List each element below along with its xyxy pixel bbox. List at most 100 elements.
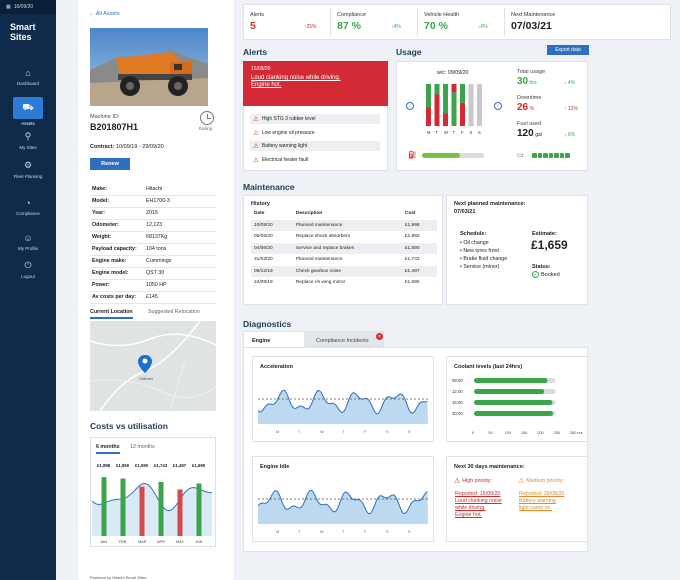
tab-suggested-relocation[interactable]: Suggested Relocation bbox=[148, 309, 200, 315]
spec-row: Make: Hitachi bbox=[90, 183, 216, 196]
history-cell: 31/03/20 bbox=[254, 257, 273, 263]
tab-engine[interactable]: Engine bbox=[243, 331, 305, 348]
table-row[interactable]: 04/06/20 Service and replace brakes £1,590 bbox=[251, 242, 437, 254]
nav-item-logout[interactable]: ⏻ Logout bbox=[0, 259, 56, 279]
table-row[interactable]: 10/09/20 Planned maintenance £1,998 bbox=[251, 219, 437, 231]
spec-row: Payload capacity: 104 tons bbox=[90, 243, 216, 256]
alert-main-banner[interactable]: 15/09/20 Loud clanking noise while drivi… bbox=[243, 61, 388, 106]
wave-tick-label: T bbox=[342, 530, 345, 534]
export-data-button[interactable]: Export data bbox=[547, 45, 589, 55]
medium-priority-text: Reported: 28/08/20 Battery warning light c… bbox=[519, 491, 564, 512]
tab-6-months[interactable]: 6 months bbox=[96, 444, 120, 454]
table-row[interactable]: 05/08/20 Replace shock absorbers £1,850 bbox=[251, 231, 437, 243]
tab-compliance-incidents[interactable]: Compliance Incidents bbox=[306, 331, 384, 347]
warning-icon: ⚠ bbox=[253, 156, 259, 164]
acceleration-chart: MTWTFSS bbox=[257, 380, 428, 434]
usage-downtime-change: ↑ 12% bbox=[564, 106, 578, 112]
renew-button[interactable]: Renew bbox=[90, 158, 130, 170]
usage-bar-bottom bbox=[451, 92, 457, 126]
close-icon[interactable]: × bbox=[376, 333, 383, 340]
usage-day-label: W bbox=[444, 130, 448, 135]
table-row[interactable]: 24/09/19 Replace r/s wing mirror £1,690 bbox=[251, 277, 437, 289]
alert-item[interactable]: ⚠ Low engine oil pressure bbox=[250, 127, 380, 138]
spec-label: Odometer: bbox=[90, 219, 144, 232]
high-priority-text: Reported: 15/09/20 Loud clunking noise whi… bbox=[455, 491, 502, 519]
nav-item-my-profile[interactable]: ☺ My Profile bbox=[0, 231, 56, 252]
history-cell: Replace shock absorbers bbox=[295, 234, 351, 240]
nav-item-dashboard[interactable]: ⌂ Dashboard bbox=[0, 66, 56, 87]
spec-label: Power: bbox=[90, 279, 144, 292]
coolant-axis-label: 300 hrs bbox=[570, 431, 583, 435]
alert-item[interactable]: ⚠ Electrical heater fault bbox=[250, 154, 380, 165]
table-row[interactable]: 09/12/19 Check gearbox noise £1,497 bbox=[251, 265, 437, 277]
history-cell: Planned maintenance bbox=[295, 257, 343, 263]
spec-value: 1050 HP bbox=[144, 279, 216, 292]
coolant-time-label: 12:00 bbox=[452, 389, 463, 394]
sidebar-topbar: ▦ 16/09/20 bbox=[0, 0, 56, 14]
high-priority-line: Loud clunking noise bbox=[455, 498, 502, 504]
spec-table: Make: Hitachi Model: EH1700-3 Year: 2015 Odome… bbox=[90, 183, 216, 304]
warning-icon: ⚠ bbox=[253, 129, 259, 137]
spec-value: 2015 bbox=[144, 207, 216, 220]
history-table: Date Description Cost 10/09/20 Planned main… bbox=[251, 208, 437, 289]
wave-tick-label: S bbox=[408, 430, 411, 434]
nav-item-fleet-planning[interactable]: ⚙ Fleet Planning bbox=[0, 159, 56, 179]
spec-row: Year: 2015 bbox=[90, 207, 216, 220]
nav-item-assets[interactable]: ⛟ Assets bbox=[0, 97, 56, 126]
machine-id: B201807H1 bbox=[90, 122, 139, 132]
alert-item[interactable]: ⚠ Battery warning light bbox=[250, 141, 380, 151]
coolant-axis-label: 250 bbox=[554, 431, 560, 435]
gear-icon: ⚙ bbox=[23, 160, 33, 170]
usage-day-label: S bbox=[470, 130, 473, 135]
cost-value-label: £1,497 bbox=[173, 463, 187, 468]
nav-label: Assets bbox=[21, 121, 35, 126]
wave-tick-label: M bbox=[276, 430, 279, 434]
battery-icon: ▭ bbox=[517, 152, 524, 159]
calendar-icon: ▦ bbox=[6, 4, 11, 10]
prev-week-button[interactable]: ‹ bbox=[406, 102, 414, 110]
next30-title: Next 30 days maintenance: bbox=[454, 464, 525, 470]
next-maint-title: Next planned maintenance: bbox=[454, 201, 526, 207]
warning-icon: ⚠ bbox=[253, 143, 259, 150]
usage-fuel: Fuel used 120 gal bbox=[517, 121, 542, 139]
spec-row: Av costs per day: £145 bbox=[90, 291, 216, 304]
tab-12-months[interactable]: 12 months bbox=[130, 444, 155, 450]
spec-label: Weight: bbox=[90, 231, 144, 244]
cost-bar-front bbox=[120, 478, 126, 536]
coolant-title: Coolant levels (last 24hrs) bbox=[454, 364, 523, 370]
nav-item-my-sites[interactable]: ⚲ My Sites bbox=[0, 130, 56, 150]
battery-cell bbox=[565, 153, 570, 158]
next-week-button[interactable]: › bbox=[494, 102, 502, 110]
table-row[interactable]: 31/03/20 Planned maintenance £1,743 bbox=[251, 254, 437, 266]
sidebar: ▦ 16/09/20 Smart Sites ⌂ Dashboard ⛟ Assets… bbox=[0, 0, 56, 580]
pin-icon: ⚲ bbox=[24, 131, 32, 141]
usage-day-label: T bbox=[436, 130, 439, 135]
wave-tick-label: T bbox=[298, 430, 301, 434]
coolant-time-label: 20:00 bbox=[452, 411, 463, 416]
warning-icon: ⚠ bbox=[253, 116, 259, 123]
acceleration-title: Acceleration bbox=[260, 364, 294, 370]
nav-label: Fleet Planning bbox=[13, 174, 43, 179]
alerts-title: Alerts bbox=[243, 47, 268, 57]
spec-label: Year: bbox=[90, 207, 144, 220]
usage-bar-top bbox=[460, 84, 465, 103]
cost-value-label: £1,850 bbox=[116, 463, 130, 468]
kpi-strip bbox=[243, 4, 671, 40]
machine-id-label: Machine ID: bbox=[90, 114, 120, 120]
nav-item-compliance[interactable]: ◔ Compliance bbox=[0, 196, 56, 217]
cost-month-label: JAN bbox=[100, 540, 107, 544]
wave-tick-label: F bbox=[364, 430, 367, 434]
tab-current-location[interactable]: Current Location bbox=[90, 309, 133, 319]
coolant-bar bbox=[474, 400, 553, 405]
cost-bar-front bbox=[196, 483, 202, 536]
battery-cell bbox=[537, 153, 542, 158]
utilisation-area bbox=[92, 483, 212, 536]
nav-label: My Profile bbox=[17, 246, 38, 251]
location-map[interactable]: Oldham bbox=[90, 321, 216, 411]
coolant-bar bbox=[474, 378, 548, 383]
alert-item[interactable]: ⚠ High STG 3 rubber level bbox=[250, 114, 380, 124]
back-link[interactable]: ← All Assets bbox=[89, 11, 120, 17]
history-col-header: Date bbox=[254, 211, 265, 217]
next-maint-date: 07/03/21 bbox=[454, 209, 476, 215]
spec-value: EH1700-3 bbox=[144, 195, 216, 208]
